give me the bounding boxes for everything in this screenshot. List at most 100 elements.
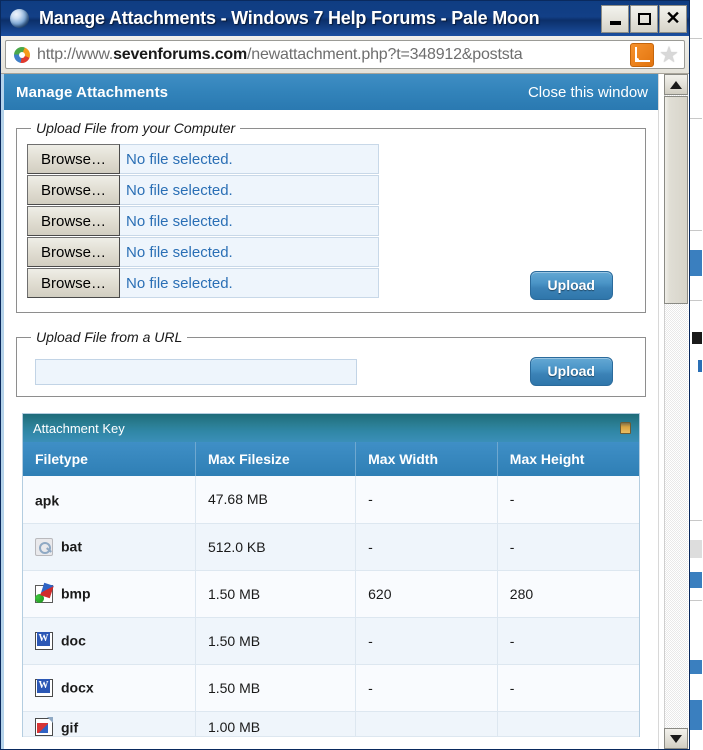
filetype-label: apk <box>35 491 60 508</box>
window-title: Manage Attachments - Windows 7 Help Foru… <box>39 8 540 28</box>
upload-from-computer-legend: Upload File from your Computer <box>36 120 236 136</box>
chevron-up-icon <box>670 80 682 89</box>
attachment-key-title: Attachment Key <box>33 420 125 436</box>
page-body: Upload File from your Computer Browse… N… <box>4 110 658 737</box>
browse-button-5[interactable]: Browse… <box>27 268 120 298</box>
cell-filetype: bat <box>23 523 196 571</box>
table-row: bat 512.0 KB - - <box>23 523 639 571</box>
cell-filetype: doc <box>23 617 196 665</box>
browse-button-1[interactable]: Browse… <box>27 144 120 174</box>
table-header-row: Filetype Max Filesize Max Width Max Heig… <box>23 442 639 476</box>
minimize-button[interactable] <box>601 4 629 33</box>
column-header-max-height: Max Height <box>497 442 639 476</box>
upload-url-button[interactable]: Upload <box>529 357 613 386</box>
cell-max-filesize: 1.50 MB <box>195 570 357 618</box>
table-row: bmp 1.50 MB 620 280 <box>23 570 639 618</box>
bat-file-icon <box>35 537 53 556</box>
table-row: gif 1.00 MB <box>23 711 639 737</box>
upload-from-url-fieldset: Upload File from a URL Upload <box>16 329 646 397</box>
column-header-max-width: Max Width <box>355 442 498 476</box>
filetype-label: gif <box>61 718 79 735</box>
cell-max-filesize: 1.00 MB <box>195 711 357 737</box>
column-header-filetype: Filetype <box>23 442 196 476</box>
cell-max-height: 280 <box>497 570 639 618</box>
address-bar[interactable]: http://www.sevenforums.com/newattachment… <box>5 40 685 69</box>
star-bookmark-icon[interactable]: ★ <box>656 42 682 68</box>
cell-max-height: - <box>497 476 639 524</box>
docx-file-icon <box>35 678 53 697</box>
chevron-down-icon <box>670 734 682 743</box>
page-header-bar: Manage Attachments Close this window <box>4 74 658 110</box>
cell-max-filesize: 1.50 MB <box>195 617 357 665</box>
cell-max-height: - <box>497 664 639 712</box>
url-upload-row: Upload <box>27 353 635 386</box>
attachment-key-table: Filetype Max Filesize Max Width Max Heig… <box>23 442 639 737</box>
cell-max-height: - <box>497 617 639 665</box>
upload-files-button[interactable]: Upload <box>529 271 613 300</box>
file-status-3: No file selected. <box>120 206 379 236</box>
collapse-toggle-icon[interactable] <box>620 422 631 434</box>
bmp-file-icon <box>35 584 53 603</box>
browse-button-2[interactable]: Browse… <box>27 175 120 205</box>
close-icon: ✕ <box>665 7 681 28</box>
palemoon-favicon-icon <box>11 44 33 66</box>
maximize-button[interactable] <box>630 4 658 33</box>
browser-viewport: Manage Attachments Close this window Upl… <box>1 74 689 749</box>
cell-max-width: - <box>355 664 498 712</box>
cell-max-width: 620 <box>355 570 498 618</box>
cell-max-width: - <box>355 476 498 524</box>
attachment-key-block: Attachment Key Filetype Max Filesize Max… <box>22 413 640 737</box>
cell-max-width: - <box>355 617 498 665</box>
close-button[interactable]: ✕ <box>659 4 687 33</box>
file-input-list: Browse… No file selected. Browse… No fil… <box>27 144 379 298</box>
scroll-down-button[interactable] <box>664 728 688 749</box>
file-status-2: No file selected. <box>120 175 379 205</box>
column-header-max-filesize: Max Filesize <box>195 442 357 476</box>
rss-feed-icon[interactable] <box>630 42 654 67</box>
cell-max-width <box>355 711 498 737</box>
file-status-5: No file selected. <box>120 268 379 298</box>
table-row: doc 1.50 MB - - <box>23 617 639 665</box>
window-titlebar[interactable]: Manage Attachments - Windows 7 Help Foru… <box>1 1 689 36</box>
gif-file-icon <box>35 716 53 736</box>
file-input-row[interactable]: Browse… No file selected. <box>27 144 379 174</box>
cell-max-filesize: 512.0 KB <box>195 523 357 571</box>
filetype-label: doc <box>61 632 86 649</box>
upload-from-url-legend: Upload File from a URL <box>36 329 183 345</box>
cell-max-filesize: 1.50 MB <box>195 664 357 712</box>
cell-filetype: docx <box>23 664 196 712</box>
file-status-4: No file selected. <box>120 237 379 267</box>
cell-filetype: gif <box>23 711 196 737</box>
url-value: http://www.sevenforums.com/newattachment… <box>37 45 523 63</box>
cell-max-height <box>497 711 639 737</box>
browser-window: Manage Attachments - Windows 7 Help Foru… <box>0 0 690 750</box>
scrollbar-thumb[interactable] <box>664 96 688 304</box>
filetype-label: bmp <box>61 585 91 602</box>
cell-max-width: - <box>355 523 498 571</box>
file-input-row[interactable]: Browse… No file selected. <box>27 237 379 267</box>
filetype-label: docx <box>61 679 94 696</box>
cell-max-height: - <box>497 523 639 571</box>
star-glyph: ★ <box>659 41 679 67</box>
page-title: Manage Attachments <box>16 83 169 101</box>
doc-file-icon <box>35 631 53 650</box>
upload-from-computer-fieldset: Upload File from your Computer Browse… N… <box>16 120 646 313</box>
browser-navbar: http://www.sevenforums.com/newattachment… <box>1 36 689 74</box>
browse-button-4[interactable]: Browse… <box>27 237 120 267</box>
table-row: docx 1.50 MB - - <box>23 664 639 712</box>
url-text[interactable]: http://www.sevenforums.com/newattachment… <box>33 46 628 64</box>
file-input-row[interactable]: Browse… No file selected. <box>27 206 379 236</box>
scroll-up-button[interactable] <box>664 74 688 95</box>
cell-max-filesize: 47.68 MB <box>195 476 357 524</box>
page-content: Manage Attachments Close this window Upl… <box>1 74 659 749</box>
filetype-label: bat <box>61 538 82 555</box>
palemoon-icon <box>6 6 32 32</box>
url-input[interactable] <box>35 358 357 385</box>
attachment-key-bar: Attachment Key <box>23 414 639 442</box>
file-input-row[interactable]: Browse… No file selected. <box>27 175 379 205</box>
cell-filetype: bmp <box>23 570 196 618</box>
vertical-scrollbar[interactable] <box>659 74 689 749</box>
close-this-window-link[interactable]: Close this window <box>528 84 648 101</box>
browse-button-3[interactable]: Browse… <box>27 206 120 236</box>
file-input-row[interactable]: Browse… No file selected. <box>27 268 379 298</box>
